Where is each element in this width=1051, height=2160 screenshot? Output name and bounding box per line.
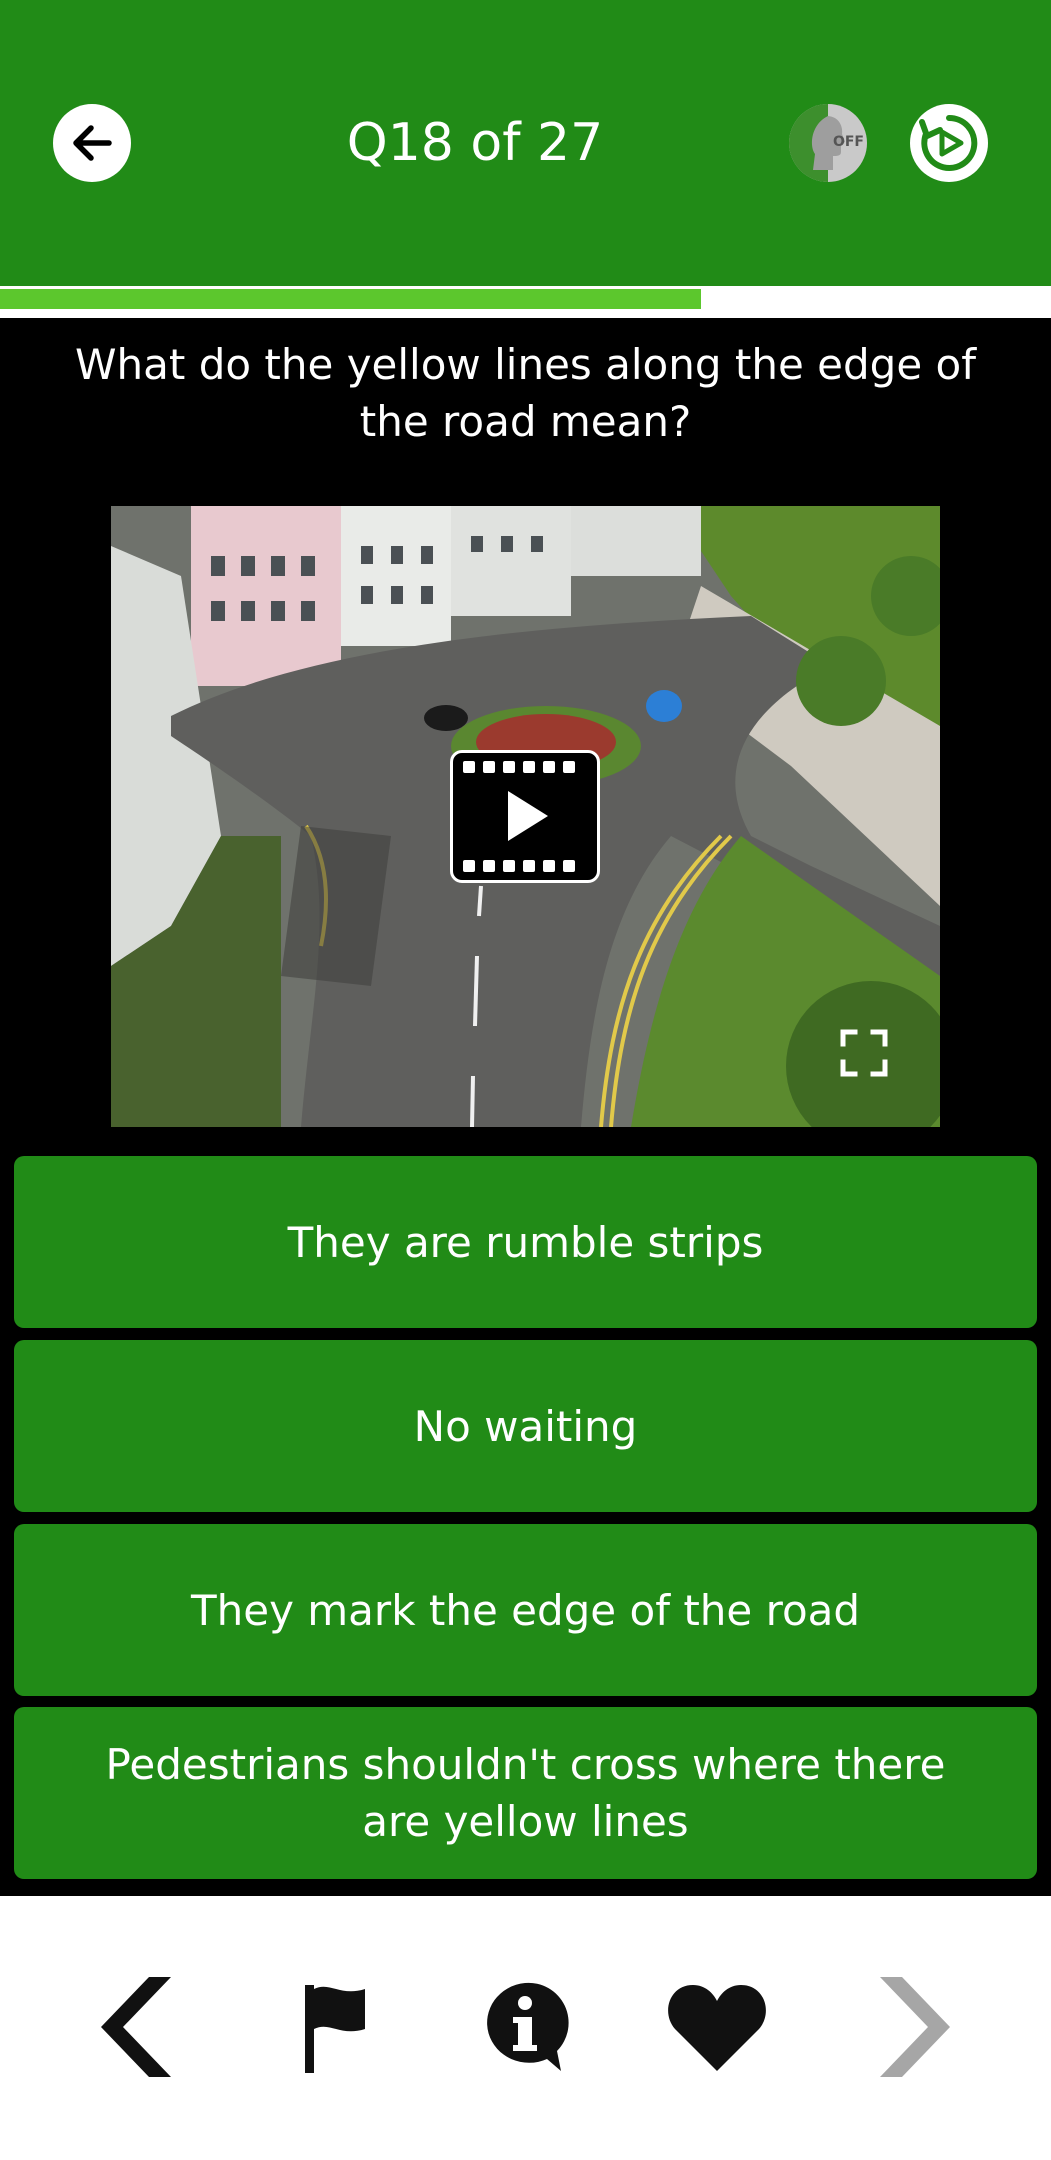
film-strip-play-icon <box>463 761 575 872</box>
app-header: Q18 of 27 OFF <box>0 0 1051 286</box>
chevron-right-icon <box>880 1977 950 2077</box>
heart-icon <box>668 1985 766 2071</box>
answer-label: Pedestrians shouldn't cross where there … <box>105 1740 946 1846</box>
voice-state-label: OFF <box>832 134 864 150</box>
answer-option-1[interactable]: They are rumble strips <box>14 1156 1037 1328</box>
next-question-button[interactable] <box>855 1972 965 2082</box>
info-button[interactable] <box>470 1972 580 2082</box>
answer-option-3[interactable]: They mark the edge of the road <box>14 1524 1037 1696</box>
question-counter: Q18 of 27 <box>346 113 604 173</box>
flag-question-button[interactable] <box>280 1972 390 2082</box>
replay-video-icon <box>919 114 978 171</box>
expand-icon[interactable] <box>839 1028 889 1078</box>
previous-question-button[interactable] <box>86 1972 196 2082</box>
answer-option-4[interactable]: Pedestrians shouldn't cross where there … <box>14 1707 1037 1879</box>
flag-icon <box>305 1985 365 2073</box>
replay-button[interactable] <box>910 104 988 182</box>
question-video[interactable] <box>111 506 940 1127</box>
answer-option-2[interactable]: No waiting <box>14 1340 1037 1512</box>
arrow-left-icon <box>73 125 112 161</box>
question-text: What do the yellow lines along the edge … <box>75 340 976 446</box>
progress-bar <box>0 286 1051 318</box>
play-video-icon[interactable] <box>450 750 600 883</box>
back-button[interactable] <box>53 104 131 182</box>
voice-toggle-button[interactable]: OFF <box>789 104 867 182</box>
bottom-navigation <box>0 1896 1051 2160</box>
answer-label: They mark the edge of the road <box>190 1585 861 1635</box>
answer-label: They are rumble strips <box>287 1217 764 1267</box>
info-icon <box>487 1982 569 2071</box>
favourite-button[interactable] <box>662 1972 772 2082</box>
chevron-left-icon <box>101 1977 171 2077</box>
answer-label: No waiting <box>413 1401 638 1451</box>
progress-bar-fill <box>0 289 702 309</box>
